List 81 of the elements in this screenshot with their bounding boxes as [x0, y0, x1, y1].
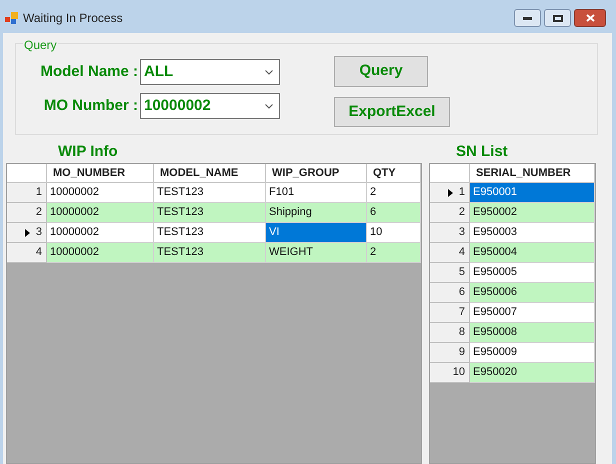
table-cell[interactable]: 2: [367, 243, 421, 263]
table-cell[interactable]: E950004: [470, 243, 595, 263]
row-header[interactable]: 2: [430, 203, 470, 223]
column-header[interactable]: MODEL_NAME: [154, 164, 266, 183]
row-number: 9: [458, 345, 465, 360]
window-title: Waiting In Process: [23, 10, 123, 27]
column-header[interactable]: QTY: [367, 164, 421, 183]
table-cell[interactable]: E950006: [470, 283, 595, 303]
combo-value: 10000002: [144, 96, 212, 116]
row-number: 1: [458, 185, 465, 200]
row-header[interactable]: 3: [430, 223, 470, 243]
row-number: 6: [458, 285, 465, 300]
table-cell[interactable]: TEST123: [154, 223, 266, 243]
corner-header: [430, 164, 470, 183]
table-cell[interactable]: 2: [367, 183, 421, 203]
table-cell[interactable]: 6: [367, 203, 421, 223]
table-cell[interactable]: 10000002: [47, 183, 154, 203]
row-header[interactable]: 1: [7, 183, 47, 203]
table-cell[interactable]: E950005: [470, 263, 595, 283]
row-number: 7: [458, 305, 465, 320]
table-cell[interactable]: 10000002: [47, 223, 154, 243]
minimize-button[interactable]: [514, 9, 541, 27]
dropdown-caret-icon: [265, 70, 273, 74]
table-cell[interactable]: E950003: [470, 223, 595, 243]
row-header[interactable]: 6: [430, 283, 470, 303]
field-label: Model Name :: [39, 62, 139, 82]
column-header[interactable]: MO_NUMBER: [47, 164, 154, 183]
row-number: 3: [36, 225, 42, 240]
table-cell[interactable]: WEIGHT: [266, 243, 367, 263]
row-header[interactable]: 4: [430, 243, 470, 263]
current-row-icon: [448, 188, 453, 196]
column-header[interactable]: SERIAL_NUMBER: [470, 164, 595, 183]
combo-box[interactable]: 10000002: [140, 93, 280, 119]
table-cell[interactable]: 10000002: [47, 243, 154, 263]
column-header[interactable]: WIP_GROUP: [266, 164, 367, 183]
row-number: 1: [36, 185, 42, 200]
row-number: 8: [458, 325, 465, 340]
row-number: 2: [458, 205, 465, 220]
row-header[interactable]: 2: [7, 203, 47, 223]
row-number: 2: [36, 205, 42, 220]
table-cell[interactable]: E950007: [470, 303, 595, 323]
table-cell[interactable]: TEST123: [154, 203, 266, 223]
maximize-icon: [552, 14, 562, 22]
table-cell[interactable]: TEST123: [154, 243, 266, 263]
row-header[interactable]: 7: [430, 303, 470, 323]
table-cell[interactable]: VI: [266, 223, 367, 243]
table-cell[interactable]: E950020: [470, 363, 595, 383]
table-cell[interactable]: E950001: [470, 183, 595, 203]
table-cell[interactable]: 10000002: [47, 203, 154, 223]
current-row-icon: [24, 228, 30, 236]
row-header[interactable]: 9: [430, 343, 470, 363]
row-header[interactable]: 4: [7, 243, 47, 263]
combo-box[interactable]: ALL: [140, 59, 280, 85]
row-header[interactable]: 5: [430, 263, 470, 283]
row-number: 3: [458, 225, 465, 240]
row-header[interactable]: 10: [430, 363, 470, 383]
close-icon: [586, 14, 594, 22]
table-cell[interactable]: Shipping: [266, 203, 367, 223]
row-number: 4: [458, 245, 465, 260]
app-icon: [5, 11, 19, 25]
table-cell[interactable]: E950009: [470, 343, 595, 363]
dropdown-caret-icon: [265, 104, 273, 108]
field-label: MO Number :: [42, 96, 139, 116]
table-cell[interactable]: 10: [367, 223, 421, 243]
row-number: 5: [458, 265, 465, 280]
table-cell[interactable]: TEST123: [154, 183, 266, 203]
section-title: WIP Info: [58, 142, 119, 162]
section-title: SN List: [456, 142, 509, 162]
row-number: 4: [36, 245, 42, 260]
close-button[interactable]: [574, 9, 606, 27]
row-number: 10: [452, 365, 465, 380]
corner-header: [7, 164, 47, 183]
maximize-button[interactable]: [544, 9, 571, 27]
combo-value: ALL: [144, 62, 174, 82]
row-header[interactable]: 1: [430, 183, 470, 203]
row-header[interactable]: 3: [7, 223, 47, 243]
minimize-icon: [523, 16, 532, 20]
table-cell[interactable]: E950002: [470, 203, 595, 223]
table-cell[interactable]: E950008: [470, 323, 595, 343]
row-header[interactable]: 8: [430, 323, 470, 343]
table-cell[interactable]: F101: [266, 183, 367, 203]
